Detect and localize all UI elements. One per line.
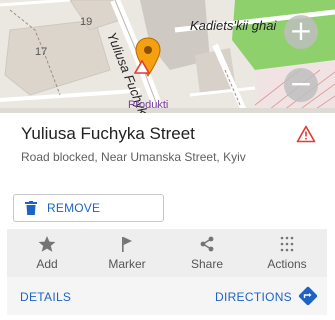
flag-icon — [122, 237, 132, 252]
house-number-label: 19 — [80, 16, 93, 28]
share-icon — [200, 236, 214, 252]
place-title: Yuliusa Fuchyka Street — [21, 124, 195, 143]
actions-label: Actions — [267, 257, 307, 271]
zoom-out-button[interactable]: − — [284, 68, 318, 102]
map-canvas — [0, 0, 335, 113]
star-icon — [38, 236, 56, 252]
street-label: Kadiets'kii ghai — [190, 18, 277, 33]
marker-label: Marker — [108, 257, 146, 271]
details-button[interactable]: DETAILS — [20, 290, 71, 304]
road-blocked-icon — [134, 60, 150, 74]
share-label: Share — [190, 257, 224, 271]
bottom-bar: DETAILS DIRECTIONS — [7, 277, 327, 315]
directions-button[interactable]: DIRECTIONS — [215, 290, 292, 304]
actions-button[interactable]: Actions — [247, 229, 327, 277]
add-button[interactable]: Add — [7, 229, 87, 277]
trash-icon — [25, 201, 37, 215]
add-label: Add — [36, 257, 58, 271]
warning-icon — [296, 125, 316, 143]
share-button[interactable]: Share — [167, 229, 247, 277]
map-view[interactable]: 19 17 Yuliusa Fuchyka Kadiets'kii ghai P… — [0, 0, 335, 113]
remove-button-label: REMOVE — [47, 201, 101, 215]
poi-label: Produkti — [128, 99, 169, 111]
remove-button[interactable]: REMOVE — [13, 194, 164, 222]
grid-dots-icon — [280, 236, 294, 252]
action-bar: Add Marker Share Actions — [7, 229, 327, 277]
zoom-in-button[interactable]: + — [284, 15, 318, 49]
place-subtitle: Road blocked, Near Umanska Street, Kyiv — [21, 150, 246, 164]
marker-button[interactable]: Marker — [87, 229, 167, 277]
house-number-label: 17 — [35, 46, 48, 58]
directions-icon[interactable] — [298, 286, 318, 306]
